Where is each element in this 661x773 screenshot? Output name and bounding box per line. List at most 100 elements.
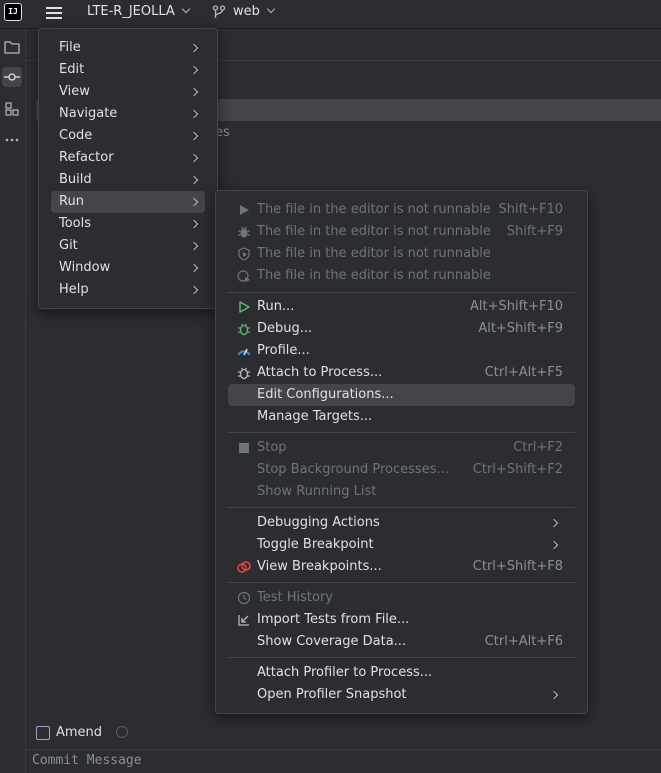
- menu-separator: [228, 657, 575, 658]
- hamburger-icon-line: [46, 12, 62, 14]
- structure-icon[interactable]: [2, 99, 22, 119]
- menu-item-navigate[interactable]: Navigate: [51, 103, 205, 125]
- title-bar: IJ LTE-R_JEOLLA web: [0, 0, 661, 29]
- shortcut-label: Ctrl+Alt+F6: [484, 634, 563, 649]
- more-icon[interactable]: [2, 130, 22, 150]
- menu-item-refactor[interactable]: Refactor: [51, 147, 205, 169]
- menu-item-label: Debug...: [257, 321, 313, 336]
- menu-item-label: Run...: [257, 299, 295, 314]
- profile-item[interactable]: Profile...: [228, 340, 575, 362]
- run-current-file-item: The file in the editor is not runnable S…: [228, 199, 575, 221]
- manage-targets-item[interactable]: Manage Targets...: [228, 406, 575, 428]
- coverage-icon: [238, 247, 250, 261]
- debugging-actions-item[interactable]: Debugging Actions: [228, 512, 575, 534]
- import-tests-item[interactable]: Import Tests from File...: [228, 609, 575, 631]
- menu-item-label: The file in the editor is not runnable: [257, 202, 491, 217]
- amend-label: Amend: [56, 725, 103, 740]
- chevron-down-icon: [181, 4, 191, 14]
- menu-item-view[interactable]: View: [51, 81, 205, 103]
- toggle-breakpoint-item[interactable]: Toggle Breakpoint: [228, 534, 575, 556]
- shortcut-label: Ctrl+Shift+F2: [472, 462, 563, 477]
- menu-item-label: Edit Configurations...: [257, 387, 394, 402]
- chevron-right-icon: [189, 109, 199, 119]
- menu-item-code[interactable]: Code: [51, 125, 205, 147]
- amend-checkbox[interactable]: Amend: [36, 725, 102, 740]
- menu-item-label: Attach to Process...: [257, 365, 383, 380]
- show-running-list-item: Show Running List: [228, 481, 575, 503]
- stop-item: Stop Ctrl+F2: [228, 437, 575, 459]
- run-icon: [239, 301, 250, 313]
- main-menu-popup: File Edit View Navigate Code Refactor Bu…: [38, 28, 218, 309]
- menu-item-label: Manage Targets...: [257, 409, 373, 424]
- menu-item-label: Window: [59, 260, 111, 275]
- commit-icon[interactable]: [2, 67, 22, 87]
- chevron-right-icon: [189, 175, 199, 185]
- edit-configurations-item[interactable]: Edit Configurations...: [228, 384, 575, 406]
- chevron-right-icon: [189, 65, 199, 75]
- menu-item-git[interactable]: Git: [51, 235, 205, 257]
- checkbox-box[interactable]: [36, 725, 50, 740]
- profile-run-icon: [237, 270, 250, 282]
- menu-item-tools[interactable]: Tools: [51, 213, 205, 235]
- view-breakpoints-item[interactable]: View Breakpoints... Ctrl+Shift+F8: [228, 556, 575, 578]
- menu-item-file[interactable]: File: [51, 37, 205, 59]
- attach-icon: [238, 367, 250, 380]
- debug-current-file-item: The file in the editor is not runnable S…: [228, 221, 575, 243]
- open-profiler-snapshot-item[interactable]: Open Profiler Snapshot: [228, 684, 575, 706]
- branch-selector[interactable]: web: [233, 4, 276, 19]
- menu-item-label: Help: [59, 282, 89, 297]
- menu-item-label: Debugging Actions: [257, 515, 380, 530]
- divider: [26, 749, 661, 750]
- menu-item-label: View: [59, 84, 90, 99]
- menu-item-edit[interactable]: Edit: [51, 59, 205, 81]
- chevron-right-icon: [189, 197, 199, 207]
- debug-item[interactable]: Debug... Alt+Shift+F9: [228, 318, 575, 340]
- menu-item-label: Import Tests from File...: [257, 612, 410, 627]
- menu-item-build[interactable]: Build: [51, 169, 205, 191]
- shortcut-label: Ctrl+F2: [513, 440, 563, 455]
- shortcut-label: Ctrl+Alt+F5: [484, 365, 563, 380]
- menu-item-label: Navigate: [59, 106, 118, 121]
- commit-message-input[interactable]: Commit Message: [32, 753, 142, 768]
- import-icon: [238, 615, 249, 626]
- menu-item-label: Code: [59, 128, 93, 143]
- menu-separator: [228, 582, 575, 583]
- show-coverage-data-item[interactable]: Show Coverage Data... Ctrl+Alt+F6: [228, 631, 575, 653]
- chevron-right-icon: [549, 540, 559, 550]
- menu-separator: [228, 292, 575, 293]
- menu-item-label: Stop Background Processes...: [257, 462, 449, 477]
- branch-icon[interactable]: [212, 5, 226, 19]
- menu-item-label: Attach Profiler to Process...: [257, 665, 433, 680]
- tool-window-strip: [0, 29, 26, 773]
- menu-item-label: Run: [59, 194, 84, 209]
- menu-item-label: Toggle Breakpoint: [257, 537, 374, 552]
- menu-item-label: Build: [59, 172, 92, 187]
- branch-name: web: [233, 4, 260, 19]
- chevron-right-icon: [189, 131, 199, 141]
- shortcut-label: Shift+F10: [498, 202, 563, 217]
- menu-item-label: Show Running List: [257, 484, 377, 499]
- profile-current-file-item: The file in the editor is not runnable: [228, 265, 575, 287]
- folder-icon[interactable]: [2, 37, 22, 57]
- history-icon: [237, 591, 251, 605]
- menu-item-window[interactable]: Window: [51, 257, 205, 279]
- test-history-item: Test History: [228, 587, 575, 609]
- project-selector[interactable]: LTE-R_JEOLLA: [87, 4, 191, 19]
- run-item[interactable]: Run... Alt+Shift+F10: [228, 296, 575, 318]
- chevron-right-icon: [549, 518, 559, 528]
- coverage-current-file-item: The file in the editor is not runnable: [228, 243, 575, 265]
- menu-item-label: Refactor: [59, 150, 114, 165]
- menu-item-label: The file in the editor is not runnable: [257, 224, 491, 239]
- attach-to-process-item[interactable]: Attach to Process... Ctrl+Alt+F5: [228, 362, 575, 384]
- menu-item-help[interactable]: Help: [51, 279, 205, 301]
- attach-profiler-item[interactable]: Attach Profiler to Process...: [228, 662, 575, 684]
- main-menu-button[interactable]: [38, 0, 70, 26]
- app-logo-icon[interactable]: IJ: [4, 3, 22, 21]
- menu-item-label: Profile...: [257, 343, 310, 358]
- shortcut-label: Alt+Shift+F10: [470, 299, 563, 314]
- chevron-down-icon: [266, 4, 276, 14]
- menu-item-run[interactable]: Run: [51, 191, 205, 213]
- clock-icon[interactable]: [116, 726, 128, 738]
- menu-item-label: File: [59, 40, 81, 55]
- shortcut-label: Shift+F9: [506, 224, 563, 239]
